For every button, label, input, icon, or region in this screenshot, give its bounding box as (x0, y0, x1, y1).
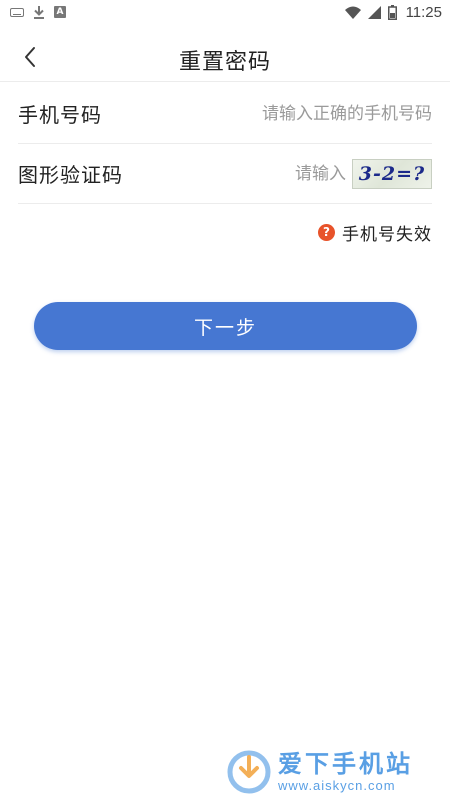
captcha-label: 图形验证码 (18, 163, 123, 187)
wifi-icon (344, 6, 361, 19)
header: 重置密码 (0, 34, 450, 82)
keyboard-icon (10, 7, 24, 17)
captcha-input[interactable] (286, 163, 346, 184)
watermark-url: www.aiskycn.com (278, 778, 396, 793)
phone-invalid-link[interactable]: ? 手机号失效 (318, 220, 432, 245)
captcha-wrap: 3-2=? (286, 158, 432, 189)
signal-icon (367, 5, 381, 19)
next-step-button[interactable]: 下一步 (34, 302, 417, 350)
captcha-image[interactable]: 3-2=? (352, 158, 432, 189)
download-icon (33, 5, 45, 19)
watermark-title: 爱下手机站 (278, 750, 413, 778)
phone-row: 手机号码 (18, 84, 432, 144)
watermark-texts: 爱下手机站 www.aiskycn.com (278, 750, 413, 794)
status-right: 11:25 (344, 3, 442, 21)
watermark-logo-icon (226, 749, 272, 795)
question-circle-icon: ? (318, 224, 335, 241)
status-left: A (10, 5, 66, 19)
captcha-image-text: 3-2=? (358, 162, 426, 185)
status-bar: A 11:25 (0, 0, 450, 24)
a-icon: A (54, 6, 66, 18)
page-title: 重置密码 (178, 50, 271, 75)
phone-invalid-text: 手机号失效 (342, 225, 432, 245)
watermark: 爱下手机站 www.aiskycn.com (226, 744, 450, 800)
battery-icon (387, 4, 397, 20)
status-time: 11:25 (405, 3, 442, 21)
captcha-row: 图形验证码 3-2=? (18, 144, 432, 204)
phone-input[interactable] (232, 103, 432, 124)
phone-label: 手机号码 (18, 103, 102, 127)
